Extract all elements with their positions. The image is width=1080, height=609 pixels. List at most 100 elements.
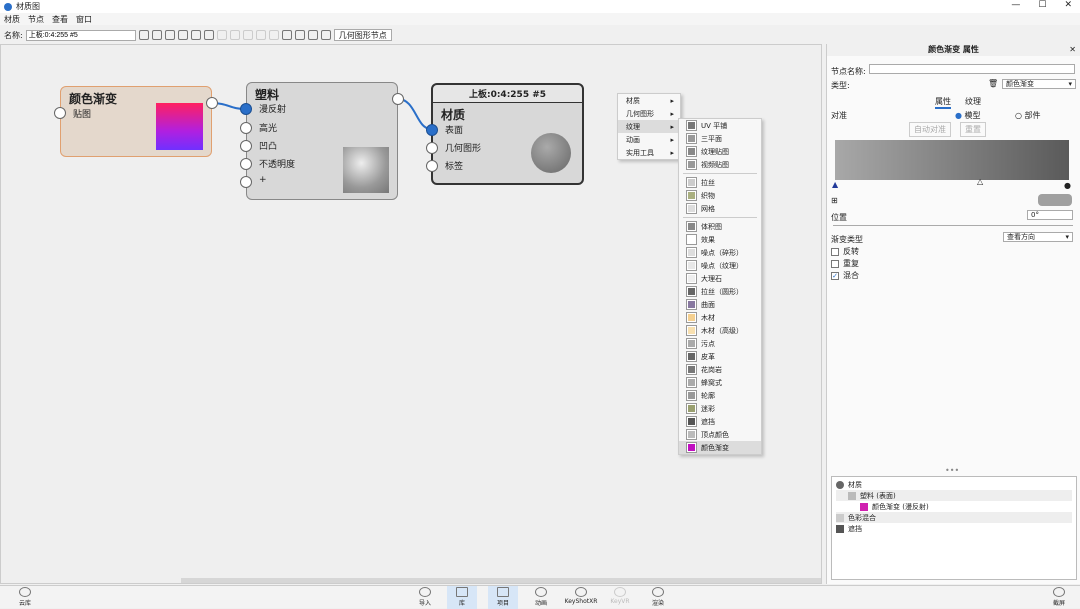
submenu-item[interactable]: 视频贴图 — [679, 158, 761, 171]
gradient-midpoint[interactable]: △ — [977, 177, 983, 186]
keyshotxr-button[interactable]: KeyShotXR — [563, 586, 599, 609]
submenu-item[interactable]: 体积图 — [679, 220, 761, 233]
port-opacity[interactable] — [240, 158, 252, 170]
submenu-item[interactable]: 曲面 — [679, 298, 761, 311]
keyvr-button[interactable]: KeyVR — [605, 586, 635, 609]
frame-icon[interactable] — [308, 30, 318, 40]
submenu-item[interactable]: 效果 — [679, 233, 761, 246]
fit-icon[interactable] — [295, 30, 305, 40]
checkbox-repeat[interactable]: 重复 — [831, 258, 859, 269]
menu-item-material[interactable]: 材质▸ — [618, 94, 680, 107]
close-button[interactable]: ✕ — [1064, 0, 1072, 10]
node-plastic[interactable]: 塑料 漫反射 高光 凹凸 不透明度 + — [246, 82, 398, 200]
radio-model[interactable]: ● 模型 — [955, 110, 981, 121]
port-diffuse[interactable] — [240, 103, 252, 115]
tab-properties[interactable]: 属性 — [935, 96, 951, 109]
copy-icon[interactable] — [217, 30, 227, 40]
screenshot-button[interactable]: 截屏 — [1044, 586, 1074, 609]
tree-item[interactable]: 材质 — [836, 479, 1072, 490]
submenu-item[interactable]: 噪点（纹理） — [679, 259, 761, 272]
menu-node[interactable]: 节点 — [28, 14, 44, 25]
port-add[interactable] — [240, 176, 252, 188]
horizontal-scrollbar[interactable] — [181, 578, 821, 583]
type-select[interactable]: 颜色渐变▾ — [1002, 79, 1076, 89]
node-material[interactable]: 上板:0:4:255 #5 材质 表面 几何图形 标签 — [431, 83, 584, 185]
gradient-bar[interactable] — [835, 140, 1069, 180]
auto-align-button[interactable]: 自动对准 — [909, 122, 951, 137]
gradient-stop-right[interactable]: ● — [1064, 181, 1071, 190]
warning-icon[interactable] — [204, 30, 214, 40]
submenu-item[interactable]: 噪点（碎形） — [679, 246, 761, 259]
submenu-item[interactable]: 三平面 — [679, 132, 761, 145]
node-name-input[interactable] — [869, 64, 1075, 74]
port-input[interactable] — [54, 107, 66, 119]
submenu-item[interactable]: 颜色渐变 — [679, 441, 761, 454]
submenu-item[interactable]: 纹理贴图 — [679, 145, 761, 158]
link-icon[interactable] — [256, 30, 266, 40]
arrange-icon[interactable] — [282, 30, 292, 40]
port-bump[interactable] — [240, 140, 252, 152]
animation-button[interactable]: 动画 — [526, 586, 556, 609]
geometry-node-button[interactable]: 几何图形节点 — [334, 29, 392, 41]
port-specular[interactable] — [240, 122, 252, 134]
tree-item[interactable]: 遮挡 — [836, 523, 1072, 534]
submenu-item[interactable]: 拉丝 — [679, 176, 761, 189]
gradient-type-select[interactable]: 查看方向▾ — [1003, 232, 1073, 242]
checkbox-reverse[interactable]: 反转 — [831, 246, 859, 257]
paste-icon[interactable] — [230, 30, 240, 40]
port-surface[interactable] — [426, 124, 438, 136]
submenu-item[interactable]: 蜂窝式 — [679, 376, 761, 389]
minimize-button[interactable]: — — [1011, 0, 1020, 10]
split-icon[interactable] — [321, 30, 331, 40]
submenu-item[interactable]: 迷彩 — [679, 402, 761, 415]
menu-item-geometry[interactable]: 几何图形▸ — [618, 107, 680, 120]
sliders-icon[interactable] — [191, 30, 201, 40]
menu-window[interactable]: 窗口 — [76, 14, 92, 25]
port-label-port[interactable] — [426, 160, 438, 172]
node-color-gradient[interactable]: 颜色渐变 贴图 — [60, 86, 212, 157]
radio-part[interactable]: ○ 部件 — [1015, 110, 1041, 121]
ball-icon[interactable] — [152, 30, 162, 40]
render-button[interactable]: 渲染 — [643, 586, 673, 609]
stop-color-swatch[interactable] — [1038, 194, 1072, 206]
port-geometry[interactable] — [426, 142, 438, 154]
splitter-handle[interactable]: ••• — [945, 466, 959, 475]
unlink-icon[interactable] — [269, 30, 279, 40]
name-input[interactable] — [26, 30, 136, 41]
library-button[interactable]: 库 — [447, 586, 477, 609]
reset-button[interactable]: 重置 — [960, 122, 986, 137]
port-output[interactable] — [392, 93, 404, 105]
menu-item-texture[interactable]: 纹理▸ — [618, 120, 680, 133]
menu-item-utilities[interactable]: 实用工具▸ — [618, 146, 680, 159]
submenu-item[interactable]: UV 平铺 — [679, 119, 761, 132]
import-button[interactable]: 导入 — [410, 586, 440, 609]
project-button[interactable]: 项目 — [488, 586, 518, 609]
submenu-item[interactable]: 网格 — [679, 202, 761, 215]
menu-view[interactable]: 查看 — [52, 14, 68, 25]
menu-material[interactable]: 材质 — [4, 14, 20, 25]
gradient-stop-left[interactable]: ▲ — [832, 180, 838, 189]
tab-texture[interactable]: 纹理 — [965, 96, 981, 107]
submenu-item[interactable]: 木材（高级） — [679, 324, 761, 337]
port-output[interactable] — [206, 97, 218, 109]
tree-item[interactable]: 色彩混合 — [836, 512, 1072, 523]
duplicate-icon[interactable] — [243, 30, 253, 40]
submenu-item[interactable]: 拉丝（圆形） — [679, 285, 761, 298]
submenu-item[interactable]: 遮挡 — [679, 415, 761, 428]
submenu-item[interactable]: 织物 — [679, 189, 761, 202]
submenu-item[interactable]: 污点 — [679, 337, 761, 350]
checkbox-blend[interactable]: ✓混合 — [831, 270, 859, 281]
tree-item[interactable]: 塑料 (表面) — [836, 490, 1072, 501]
save-icon[interactable] — [139, 30, 149, 40]
submenu-item[interactable]: 花岗岩 — [679, 363, 761, 376]
add-stop-icon[interactable]: ⊞ — [831, 196, 838, 205]
tree-item[interactable]: 颜色渐变 (漫反射) — [836, 501, 1072, 512]
submenu-item[interactable]: 木材 — [679, 311, 761, 324]
cloud-library-button[interactable]: 云库 — [10, 586, 40, 609]
submenu-item[interactable]: 大理石 — [679, 272, 761, 285]
target-icon[interactable] — [178, 30, 188, 40]
close-panel-icon[interactable]: ✕ — [1069, 45, 1076, 54]
submenu-item[interactable]: 轮廓 — [679, 389, 761, 402]
trash-icon[interactable]: 🗑 — [988, 79, 998, 88]
position-input[interactable]: 0° — [1027, 210, 1073, 220]
